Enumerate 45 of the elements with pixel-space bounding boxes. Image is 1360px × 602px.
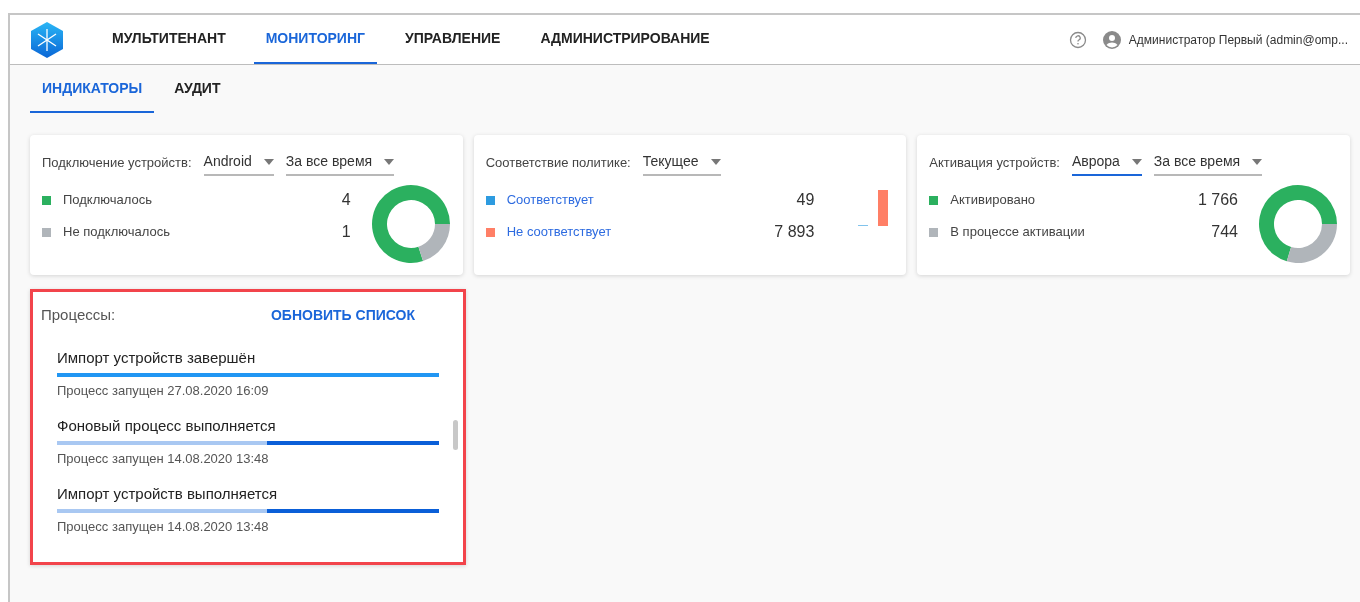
card-title: Активация устройств: <box>929 153 1060 172</box>
legend-value: 49 <box>796 190 815 210</box>
sub-tab[interactable]: ИНДИКАТОРЫ <box>30 65 155 113</box>
bar-chart-bar <box>878 190 889 226</box>
process-title: Фоновый процесс выполняется <box>57 415 277 436</box>
caret-icon <box>710 158 721 165</box>
caret-icon <box>1131 158 1142 165</box>
legend-link[interactable]: Не соответствует <box>506 222 612 242</box>
nav-tab[interactable]: МУЛЬТИТЕНАНТ <box>100 15 238 64</box>
processes-title: Процессы: <box>41 305 116 325</box>
hexagon-logo-icon <box>30 20 64 59</box>
card-title: Соответствие политике: <box>485 153 631 172</box>
sub-tab[interactable]: АУДИТ <box>162 65 233 113</box>
process-start-time: Процесс запущен 27.08.2020 16:09 <box>57 382 270 400</box>
legend-link[interactable]: Соответствует <box>506 190 594 210</box>
legend-label: В процессе активации <box>950 223 1085 242</box>
refresh-list-button[interactable]: ОБНОВИТЬ СПИСОК <box>270 304 415 326</box>
dropdown-select[interactable]: Android <box>203 151 274 176</box>
nav-tab[interactable]: УПРАВЛЕНИЕ <box>392 15 513 64</box>
legend-value: 1 <box>341 222 351 242</box>
legend-value: 744 <box>1211 222 1238 242</box>
dropdown-select[interactable]: Аврора <box>1071 151 1142 176</box>
legend-label: Активировано <box>950 191 1036 210</box>
legend-label: Подключалось <box>63 191 152 210</box>
legend-label: Не подключалось <box>63 223 170 242</box>
process-start-time: Процесс запущен 14.08.2020 13:48 <box>57 450 270 468</box>
nav-tab[interactable]: АДМИНИСТРИРОВАНИЕ <box>528 15 722 64</box>
dropdown-select[interactable]: За все время <box>1153 151 1263 176</box>
card-title: Подключение устройств: <box>42 153 192 172</box>
process-start-time: Процесс запущен 14.08.2020 13:48 <box>57 518 270 536</box>
nav-tab[interactable]: МОНИТОРИНГ <box>253 15 377 64</box>
user-avatar-icon <box>1102 30 1121 49</box>
legend-value: 7 893 <box>774 222 815 242</box>
user-name[interactable]: Администратор Первый (admin@omp... <box>1128 30 1348 49</box>
process-title: Импорт устройств выполняется <box>57 483 279 504</box>
dropdown-select[interactable]: За все время <box>285 151 395 176</box>
scrollbar-thumb[interactable] <box>452 420 458 450</box>
process-title: Импорт устройств завершён <box>57 347 257 368</box>
help-icon[interactable] <box>1068 30 1087 49</box>
caret-icon <box>263 158 274 165</box>
dropdown-select[interactable]: Текущее <box>642 151 721 176</box>
caret-icon <box>384 158 395 165</box>
caret-icon <box>1252 158 1263 165</box>
legend-value: 4 <box>341 190 351 210</box>
legend-value: 1 766 <box>1197 190 1238 210</box>
